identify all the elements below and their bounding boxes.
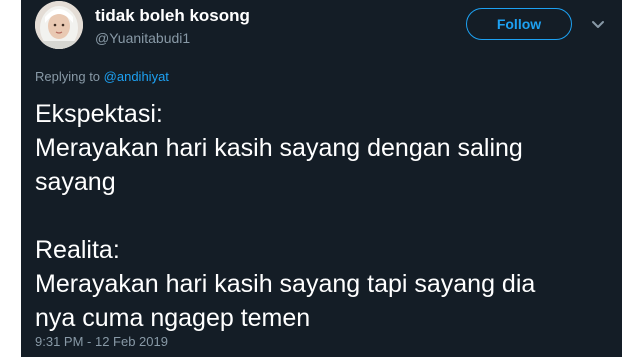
follow-button[interactable]: Follow	[466, 8, 572, 40]
tweet-text-line: nya cuma ngagep temen	[35, 304, 311, 332]
tweet-text-line: Merayakan hari kasih sayang tapi sayang …	[35, 270, 536, 298]
tweet-text-line: Merayakan hari kasih sayang dengan salin…	[35, 134, 523, 162]
tweet-text-line: sayang	[35, 168, 116, 196]
avatar[interactable]	[35, 1, 83, 49]
tweet-timestamp[interactable]: 9:31 PM - 12 Feb 2019	[35, 334, 168, 349]
avatar-image	[35, 1, 83, 49]
user-handle[interactable]: @Yuanitabudi1	[95, 30, 190, 46]
tweet-card: tidak boleh kosong @Yuanitabudi1 Follow …	[21, 0, 622, 357]
reply-mention-link[interactable]: @andihiyat	[104, 69, 169, 84]
reply-prefix: Replying to	[35, 69, 101, 84]
chevron-down-icon[interactable]	[589, 16, 607, 34]
tweet-text-line: Realita:	[35, 236, 120, 264]
display-name[interactable]: tidak boleh kosong	[95, 6, 250, 26]
tweet-text-line: Ekspektasi:	[35, 100, 163, 128]
reply-context: Replying to @andihiyat	[35, 69, 169, 84]
tweet-text: Ekspektasi: Merayakan hari kasih sayang …	[35, 97, 615, 335]
